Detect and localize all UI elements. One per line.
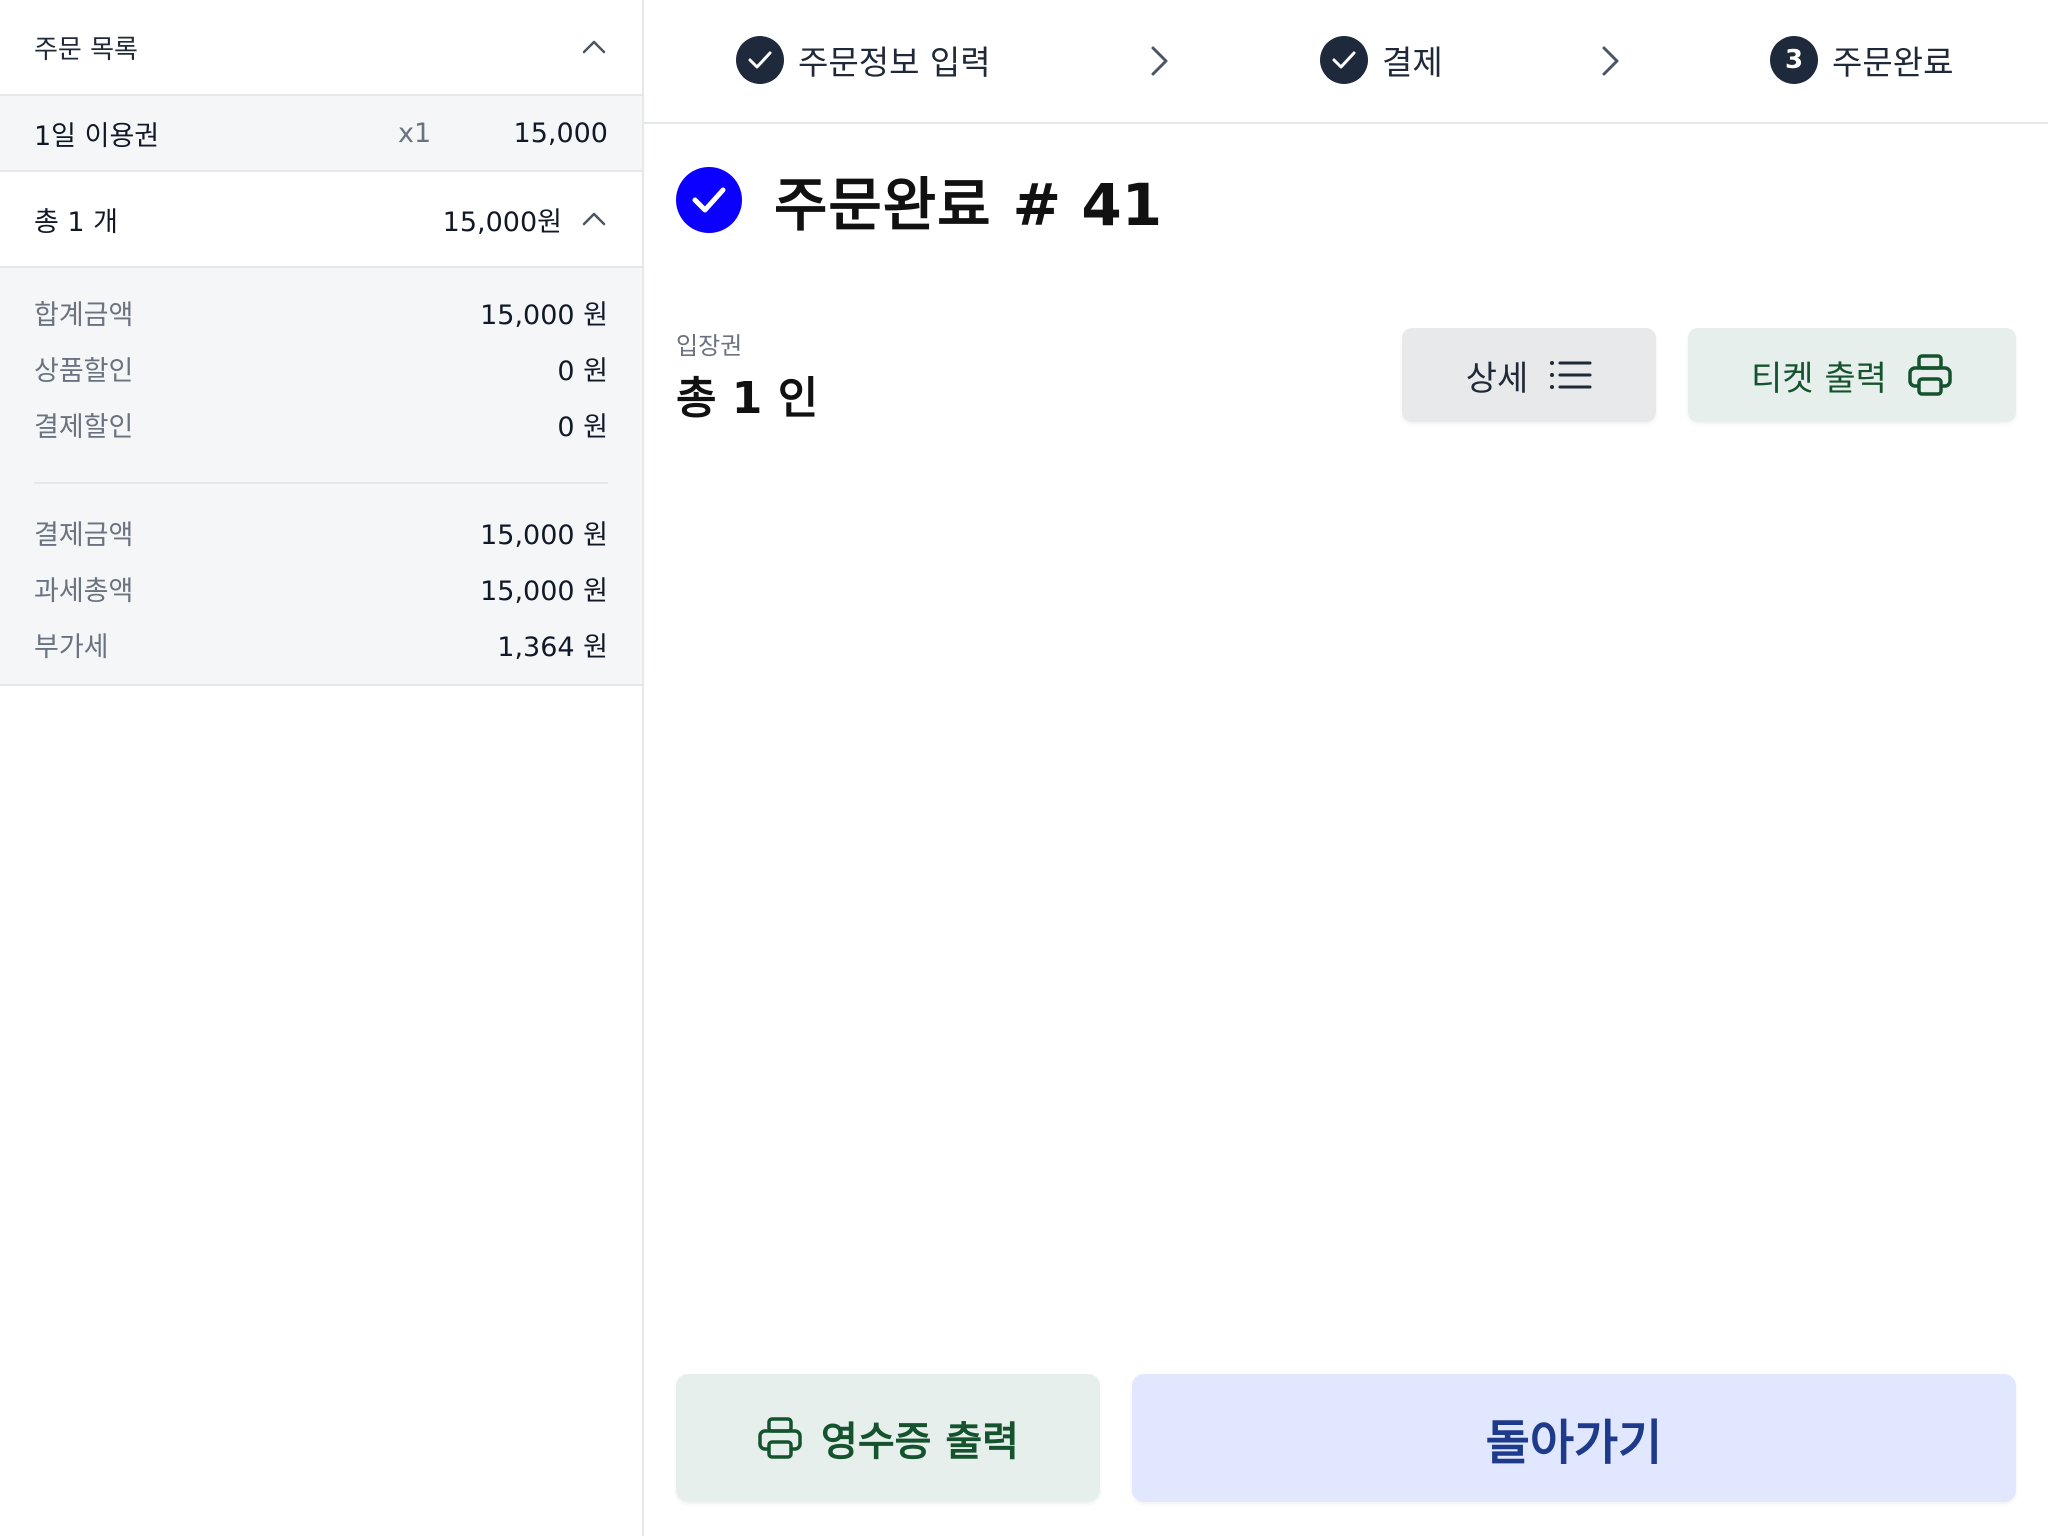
order-total-count: 총 1 개 [34, 206, 119, 238]
ticket-type-label: 입장권 [676, 332, 743, 360]
print-receipt-button[interactable]: 영수증 출력 [676, 1374, 1100, 1502]
order-list-header[interactable]: 주문 목록 [0, 0, 642, 96]
list-icon [1550, 361, 1592, 389]
summary-label: 과세총액 [34, 575, 134, 607]
detail-button-label: 상세 [1465, 358, 1529, 399]
order-total-row[interactable]: 총 1 개 15,000원 [0, 172, 642, 268]
step-number-badge: 3 [1770, 36, 1818, 84]
summary-value: 0 원 [557, 355, 608, 387]
summary-value: 0 원 [557, 411, 608, 443]
step-complete: 3 주문완료 [1770, 36, 1953, 84]
step-order-info: 주문정보 입력 [736, 36, 991, 84]
print-ticket-label: 티켓 출력 [1751, 358, 1887, 399]
chevron-right-icon [1151, 46, 1168, 76]
step-label: 결제 [1382, 43, 1443, 82]
step-label: 주문완료 [1832, 43, 1954, 82]
order-item-price: 15,000 [513, 117, 608, 149]
price-summary: 합계금액 15,000 원 상품할인 0 원 결제할인 0 원 결제금액 15,… [0, 268, 642, 686]
order-complete-panel: 주문정보 입력 결제 3 주문완료 주문완료 # 41 입장권 총 1 인 상세 [644, 0, 2048, 1536]
summary-row-subtotal: 합계금액 15,000 원 [34, 284, 608, 340]
page-title-row: 주문완료 # 41 [676, 158, 1162, 242]
back-button[interactable]: 돌아가기 [1132, 1374, 2016, 1502]
print-receipt-label: 영수증 출력 [821, 1419, 1019, 1465]
printer-icon [1908, 354, 1952, 396]
summary-label: 결제할인 [34, 411, 134, 443]
order-item-qty: x1 [398, 117, 432, 149]
printer-icon [758, 1417, 802, 1459]
order-list-title: 주문 목록 [34, 34, 138, 65]
summary-row-payment-amount: 결제금액 15,000 원 [34, 504, 608, 560]
summary-value: 15,000 원 [480, 519, 608, 551]
check-icon [1320, 36, 1368, 84]
summary-label: 합계금액 [34, 299, 134, 331]
summary-label: 상품할인 [34, 355, 134, 387]
summary-row-taxable-total: 과세총액 15,000 원 [34, 560, 608, 616]
step-payment: 결제 [1320, 36, 1443, 84]
chevron-right-icon [1602, 46, 1619, 76]
page-title: 주문완료 [774, 171, 992, 239]
summary-label: 결제금액 [34, 519, 134, 551]
summary-label: 부가세 [34, 631, 109, 663]
step-label: 주문정보 입력 [798, 43, 991, 82]
back-button-label: 돌아가기 [1485, 1415, 1663, 1471]
order-item-name: 1일 이용권 [34, 120, 160, 152]
check-icon [736, 36, 784, 84]
detail-button[interactable]: 상세 [1402, 328, 1656, 422]
summary-value: 1,364 원 [497, 631, 608, 663]
order-total-amount: 15,000원 [442, 206, 562, 238]
print-ticket-button[interactable]: 티켓 출력 [1688, 328, 2016, 422]
summary-row-payment-discount: 결제할인 0 원 [34, 396, 608, 452]
order-list-panel: 주문 목록 1일 이용권 x1 15,000 총 1 개 15,000원 합계금… [0, 0, 644, 1536]
ticket-total-count: 총 1 인 [676, 373, 819, 424]
checkout-stepper: 주문정보 입력 결제 3 주문완료 [644, 0, 2048, 124]
chevron-up-icon[interactable] [580, 33, 608, 61]
order-number: # 41 [1012, 171, 1163, 239]
summary-row-product-discount: 상품할인 0 원 [34, 340, 608, 396]
order-item-row: 1일 이용권 x1 15,000 [0, 96, 642, 172]
summary-value: 15,000 원 [480, 299, 608, 331]
summary-value: 15,000 원 [480, 575, 608, 607]
check-circle-icon [676, 167, 742, 233]
summary-divider [34, 482, 608, 484]
chevron-up-icon[interactable] [580, 205, 608, 233]
summary-row-vat: 부가세 1,364 원 [34, 616, 608, 672]
